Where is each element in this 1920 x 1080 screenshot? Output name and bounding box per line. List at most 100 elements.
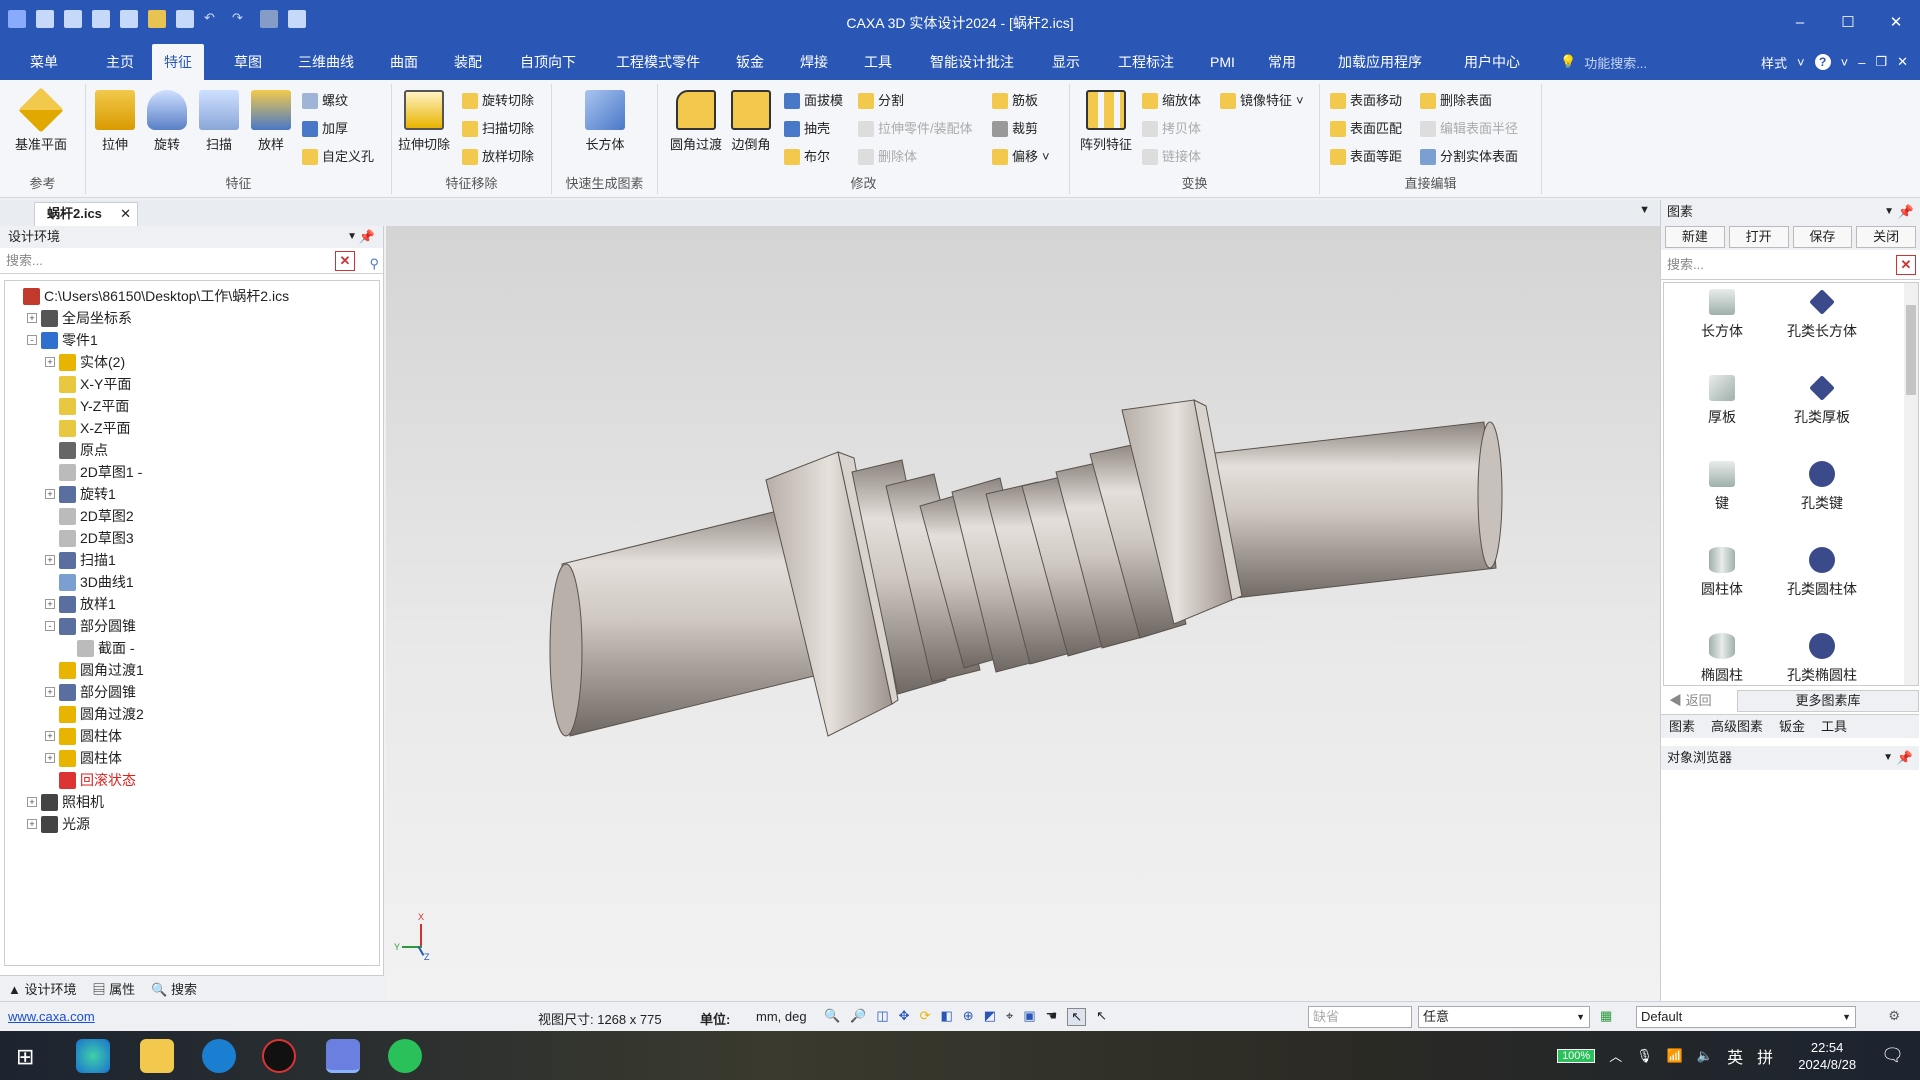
tab-primitives[interactable]: 图素 xyxy=(1669,715,1695,738)
minimize-button[interactable]: – xyxy=(1776,0,1824,44)
search-options-icon[interactable]: ⚲ xyxy=(369,251,379,277)
tree-item[interactable]: + 实体(2) xyxy=(45,351,125,373)
split-button[interactable]: 分割 xyxy=(858,90,904,112)
thread-button[interactable]: 螺纹 xyxy=(302,90,348,112)
microphone-icon[interactable]: 🎙 xyxy=(1636,1048,1653,1064)
ime-indicator[interactable]: 英 xyxy=(1727,1044,1743,1068)
expand-icon[interactable]: + xyxy=(45,599,55,609)
custom-hole-button[interactable]: 自定义孔 xyxy=(302,146,374,168)
edge-icon[interactable] xyxy=(76,1039,110,1073)
library-item-hole-box[interactable]: 孔类长方体 xyxy=(1772,289,1872,341)
tab-design-environment[interactable]: ▲ 设计环境 xyxy=(8,979,77,998)
tab-3d-curve[interactable]: 三维曲线 xyxy=(286,44,366,80)
link-body-button[interactable]: 链接体 xyxy=(1142,146,1201,168)
expand-icon[interactable]: + xyxy=(27,819,37,829)
file-explorer-icon[interactable] xyxy=(140,1039,174,1073)
library-item-hole-elliptic-cylinder[interactable]: 孔类椭圆柱 xyxy=(1772,633,1872,685)
style-dropdown[interactable]: 样式 xyxy=(1761,53,1787,72)
tab-search[interactable]: 🔍 搜索 xyxy=(151,979,197,998)
tab-menu[interactable]: 菜单 xyxy=(18,44,70,80)
collapse-icon[interactable]: - xyxy=(27,335,37,345)
help-icon[interactable]: ? xyxy=(1814,54,1831,70)
chevron-down-icon[interactable]: ˅ xyxy=(1296,90,1304,112)
settings-icon[interactable]: ⚙ xyxy=(1888,1008,1900,1024)
tab-top-down[interactable]: 自顶向下 xyxy=(508,44,588,80)
tree-item[interactable]: + 圆柱体 xyxy=(45,725,122,747)
library-item-hole-key[interactable]: 孔类键 xyxy=(1772,461,1872,513)
doc-restore-icon[interactable]: ❐ xyxy=(1875,54,1887,70)
tab-tools[interactable]: 工具 xyxy=(852,44,904,80)
pan-icon[interactable]: ✥ xyxy=(899,1008,910,1026)
library-item-hole-cylinder[interactable]: 孔类圆柱体 xyxy=(1772,547,1872,599)
tree-item[interactable]: + 光源 xyxy=(27,813,90,835)
app-icon[interactable] xyxy=(262,1039,296,1073)
zoom-window-icon[interactable]: 🔎 xyxy=(850,1008,866,1026)
clock[interactable]: 22:54 2024/8/28 xyxy=(1787,1039,1867,1073)
collapse-icon[interactable]: - xyxy=(45,621,55,631)
select-cursor-icon[interactable]: ↖ xyxy=(1067,1008,1087,1026)
tab-engineering-annotation[interactable]: 工程标注 xyxy=(1106,44,1186,80)
pin-icon[interactable]: 📌 xyxy=(1898,200,1914,224)
library-item-key[interactable]: 键 xyxy=(1672,461,1772,513)
feature-search-input[interactable]: 功能搜索... xyxy=(1584,53,1647,72)
library-save-button[interactable]: 保存 xyxy=(1792,226,1853,248)
tab-display[interactable]: 显示 xyxy=(1040,44,1092,80)
extrude-part-button[interactable]: 拉伸零件/装配体 xyxy=(858,118,973,140)
library-back-button[interactable]: ◀ 返回 xyxy=(1663,690,1733,712)
3d-viewport[interactable]: X Y Z xyxy=(386,226,1660,1001)
expand-icon[interactable]: + xyxy=(45,357,55,367)
tree-item[interactable]: 圆角过渡1 xyxy=(45,659,144,681)
hand-icon[interactable]: ☚ xyxy=(1046,1008,1058,1026)
tree-item[interactable]: + 放样1 xyxy=(45,593,116,615)
more-libraries-button[interactable]: 更多图素库 xyxy=(1737,690,1919,712)
expand-icon[interactable]: + xyxy=(27,797,37,807)
section-icon[interactable]: ⊕ xyxy=(963,1008,974,1026)
tree-item[interactable]: Y-Z平面 xyxy=(45,395,129,417)
tree-search-input[interactable]: 搜索... ✕ ⚲ xyxy=(0,248,383,274)
style-combo[interactable]: Default ▼ xyxy=(1636,1006,1856,1028)
expand-icon[interactable]: + xyxy=(45,753,55,763)
sweep-button[interactable]: 扫描 xyxy=(192,90,246,153)
library-item-plate[interactable]: 厚板 xyxy=(1672,375,1772,427)
library-item-hole-plate[interactable]: 孔类厚板 xyxy=(1772,375,1872,427)
tab-sheet-metal[interactable]: 钣金 xyxy=(724,44,776,80)
battery-indicator[interactable]: 100% xyxy=(1557,1048,1596,1063)
tree-item[interactable]: - 部分圆锥 xyxy=(45,615,136,637)
offset-button[interactable]: 偏移 ˅ xyxy=(992,146,1050,168)
tree-item[interactable]: X-Y平面 xyxy=(45,373,131,395)
render-style-icon[interactable]: ◧ xyxy=(940,1008,952,1026)
library-close-button[interactable]: 关闭 xyxy=(1856,226,1916,248)
tab-sketch[interactable]: 草图 xyxy=(222,44,274,80)
tree-item[interactable]: 原点 xyxy=(45,439,108,461)
chevron-down-icon[interactable]: ▼ xyxy=(347,226,357,248)
start-icon[interactable]: ⊞ xyxy=(16,1044,34,1070)
delete-face-button[interactable]: 删除表面 xyxy=(1420,90,1492,112)
pattern-feature-button[interactable]: 阵列特征 xyxy=(1076,90,1136,153)
revolve-button[interactable]: 旋转 xyxy=(140,90,194,153)
chevron-down-icon[interactable]: ▼ xyxy=(1884,200,1894,224)
copy-body-button[interactable]: 拷贝体 xyxy=(1142,118,1201,140)
draft-button[interactable]: 面拔模 xyxy=(784,90,843,112)
tree-item[interactable]: + 照相机 xyxy=(27,791,104,813)
library-new-button[interactable]: 新建 xyxy=(1665,226,1725,248)
tab-addins[interactable]: 加载应用程序 xyxy=(1326,44,1434,80)
tab-advanced-primitives[interactable]: 高级图素 xyxy=(1711,715,1763,738)
tree-item[interactable]: 2D草图1 - xyxy=(45,461,142,483)
revolve-cut-button[interactable]: 旋转切除 xyxy=(462,90,534,112)
wifi-icon[interactable]: 📶 xyxy=(1667,1048,1683,1064)
chevron-up-icon[interactable]: ︿ xyxy=(1609,1046,1622,1065)
tab-home[interactable]: 主页 xyxy=(94,44,146,80)
library-open-button[interactable]: 打开 xyxy=(1728,226,1789,248)
tab-properties[interactable]: ▤ 属性 xyxy=(93,979,136,998)
tree-item[interactable]: + 圆柱体 xyxy=(45,747,122,769)
scrollbar-thumb[interactable] xyxy=(1906,305,1916,395)
tree-item[interactable]: - 零件1 xyxy=(27,329,98,351)
pointer-icon[interactable]: ↖ xyxy=(1096,1008,1107,1026)
tree-item[interactable]: 圆角过渡2 xyxy=(45,703,144,725)
library-item-box[interactable]: 长方体 xyxy=(1672,289,1772,341)
box-button[interactable]: 长方体 xyxy=(578,90,632,153)
tab-pmi[interactable]: PMI xyxy=(1198,44,1247,80)
tabs-dropdown-icon[interactable]: ▼ xyxy=(1639,204,1650,216)
rib-button[interactable]: 筋板 xyxy=(992,90,1038,112)
maximize-button[interactable]: ☐ xyxy=(1824,0,1872,44)
